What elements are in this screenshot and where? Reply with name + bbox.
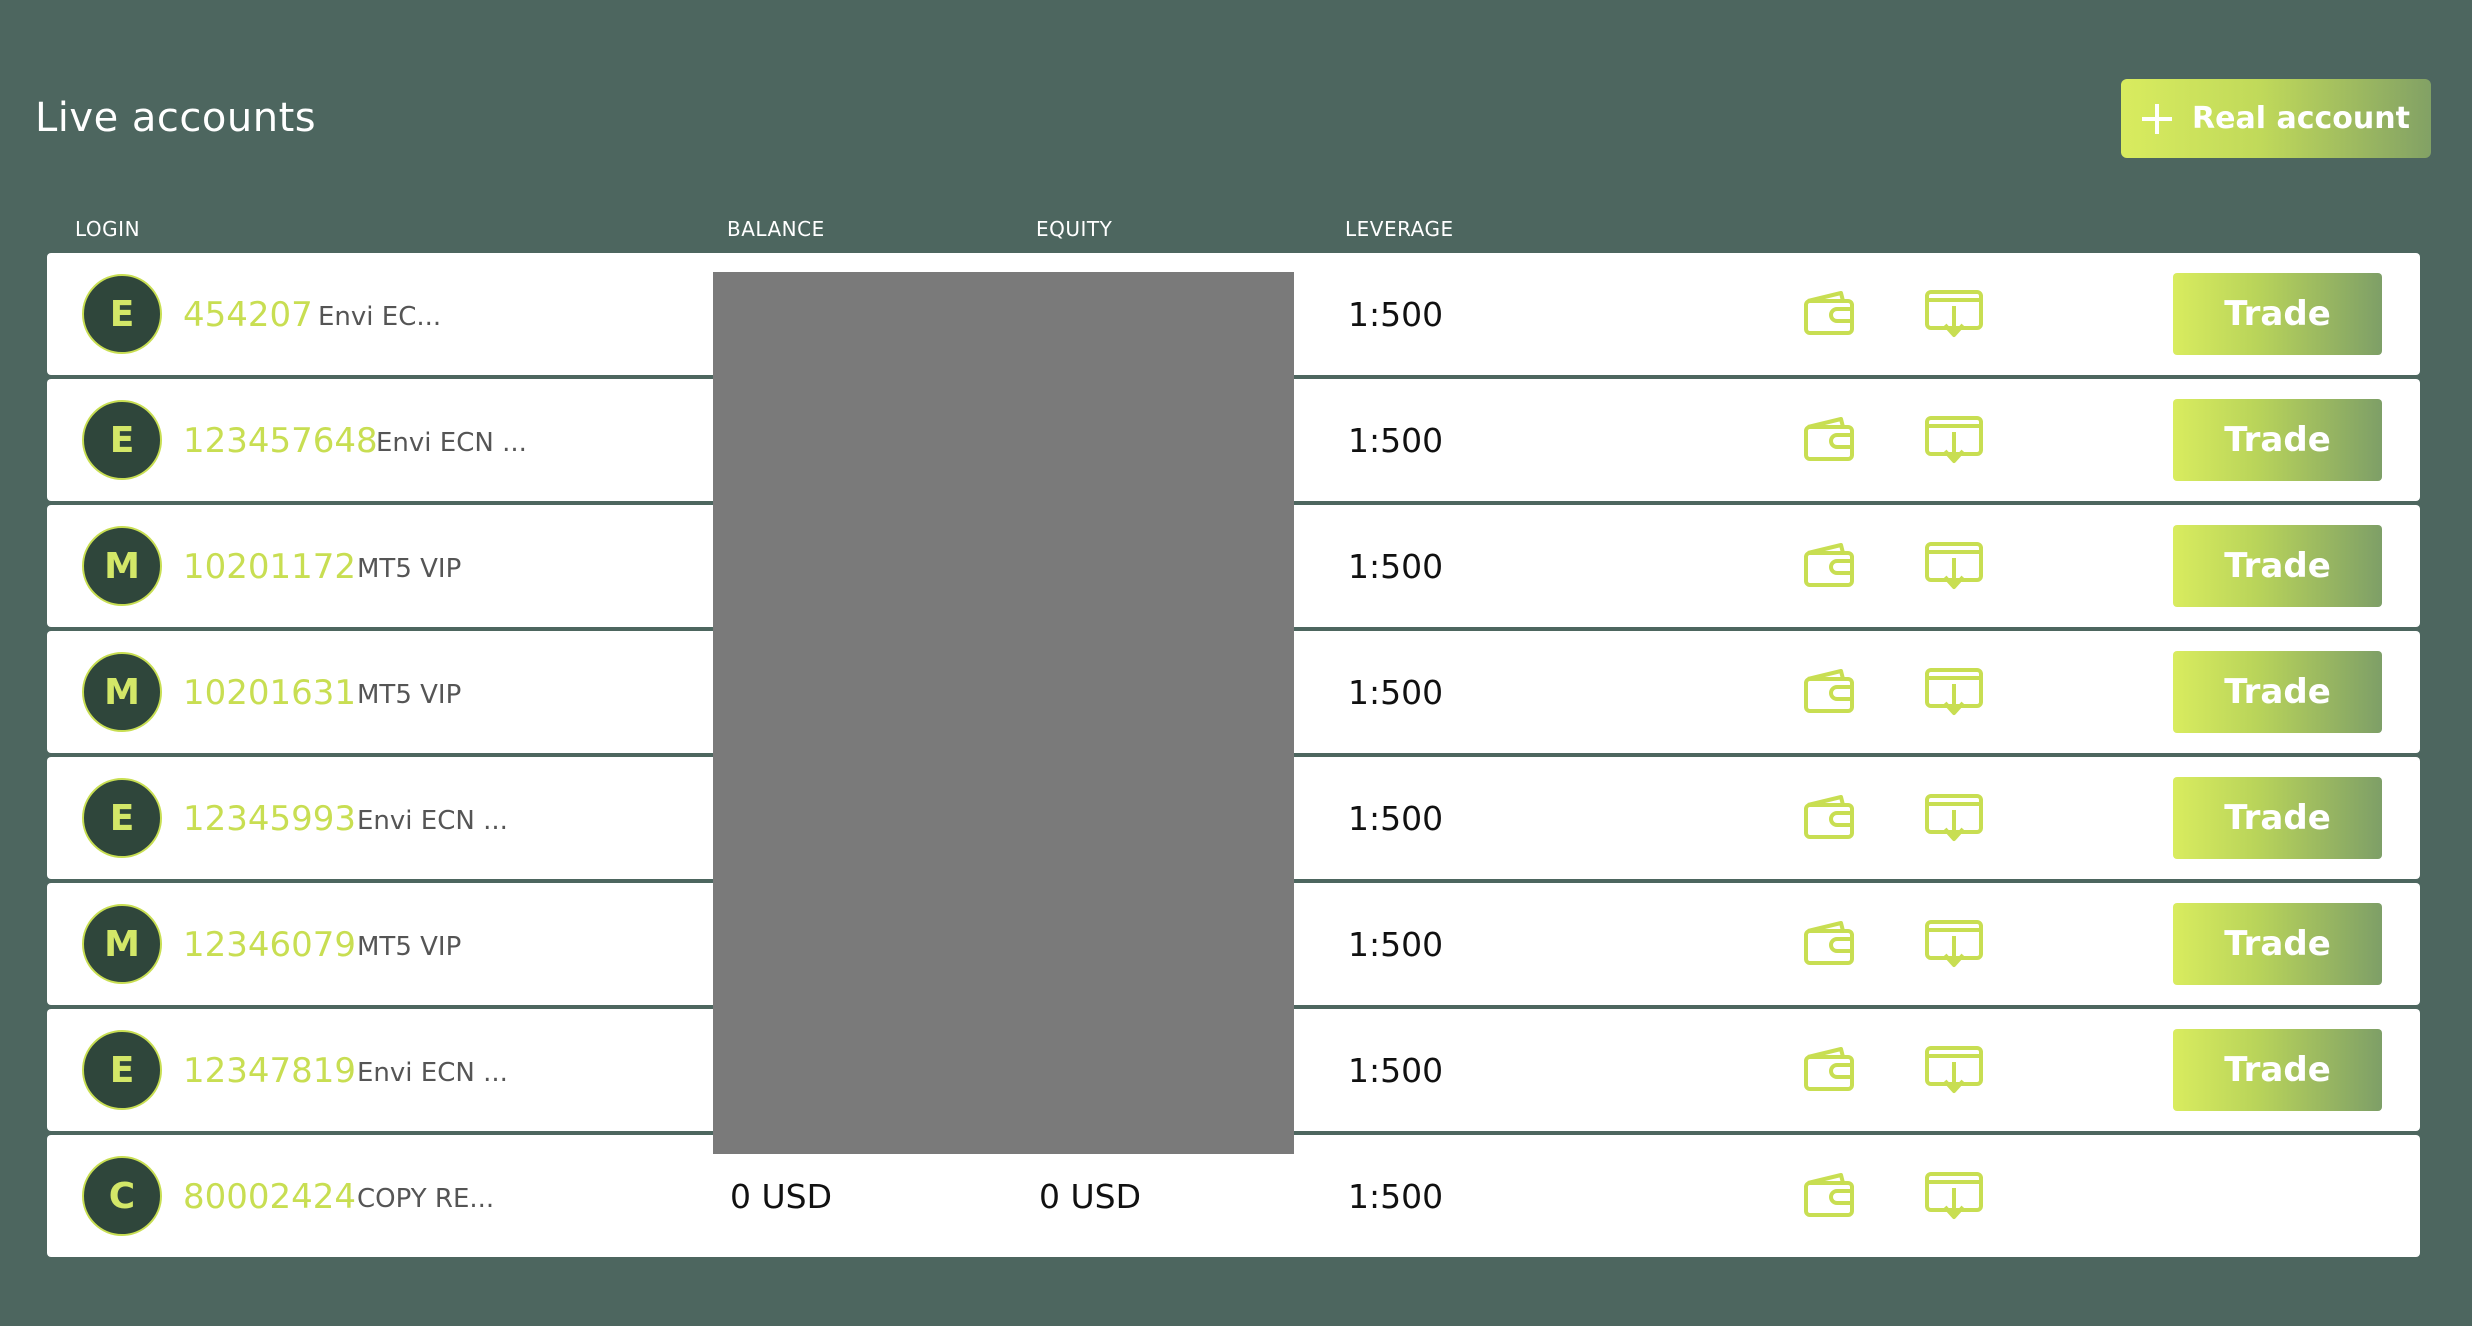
- trade-button[interactable]: Trade: [2173, 651, 2382, 733]
- wallet-icon[interactable]: [1803, 793, 1857, 841]
- add-real-account-label: Real account: [2192, 101, 2410, 136]
- account-equity: 0 USD: [1039, 1177, 1141, 1216]
- account-leverage: 1:500: [1348, 799, 1444, 838]
- account-type: MT5 VIP: [357, 554, 462, 584]
- account-leverage: 1:500: [1348, 1051, 1444, 1090]
- trade-button[interactable]: Trade: [2173, 777, 2382, 859]
- column-header-equity: EQUITY: [1036, 217, 1113, 241]
- account-login[interactable]: 10201631: [183, 673, 356, 713]
- wallet-icon[interactable]: [1803, 667, 1857, 715]
- wallet-icon[interactable]: [1803, 415, 1857, 463]
- account-avatar: M: [82, 904, 162, 984]
- download-icon[interactable]: [1924, 666, 1984, 718]
- account-leverage: 1:500: [1348, 925, 1444, 964]
- download-icon[interactable]: [1924, 918, 1984, 970]
- account-balance: 0 USD: [730, 1177, 832, 1216]
- trade-button[interactable]: Trade: [2173, 903, 2382, 985]
- download-icon[interactable]: [1924, 792, 1984, 844]
- account-type: COPY RE...: [357, 1184, 495, 1214]
- account-login[interactable]: 454207: [183, 295, 313, 335]
- account-leverage: 1:500: [1348, 421, 1444, 460]
- account-leverage: 1:500: [1348, 1177, 1444, 1216]
- column-header-leverage: LEVERAGE: [1345, 217, 1454, 241]
- account-type: Envi ECN ...: [357, 806, 508, 836]
- account-avatar: M: [82, 526, 162, 606]
- add-real-account-button[interactable]: Real account: [2121, 79, 2431, 158]
- account-login[interactable]: 12345993: [183, 799, 356, 839]
- account-avatar: E: [82, 400, 162, 480]
- account-type: Envi ECN ...: [357, 1058, 508, 1088]
- account-avatar: E: [82, 274, 162, 354]
- trade-button[interactable]: Trade: [2173, 273, 2382, 355]
- trade-button[interactable]: Trade: [2173, 399, 2382, 481]
- account-avatar: E: [82, 1030, 162, 1110]
- account-leverage: 1:500: [1348, 673, 1444, 712]
- wallet-icon[interactable]: [1803, 541, 1857, 589]
- account-avatar: M: [82, 652, 162, 732]
- account-login[interactable]: 12346079: [183, 925, 356, 965]
- account-login[interactable]: 12347819: [183, 1051, 356, 1091]
- account-login[interactable]: 123457648: [183, 421, 378, 461]
- account-type: MT5 VIP: [357, 680, 462, 710]
- download-icon[interactable]: [1924, 414, 1984, 466]
- download-icon[interactable]: [1924, 1044, 1984, 1096]
- wallet-icon[interactable]: [1803, 1171, 1857, 1219]
- account-login[interactable]: 80002424: [183, 1177, 356, 1217]
- account-login[interactable]: 10201172: [183, 547, 356, 587]
- account-type: Envi EC...: [318, 302, 442, 332]
- wallet-icon[interactable]: [1803, 289, 1857, 337]
- wallet-icon[interactable]: [1803, 1045, 1857, 1093]
- page-title: Live accounts: [35, 95, 317, 141]
- redacted-balance-equity-area: [713, 272, 1294, 1154]
- trade-button[interactable]: Trade: [2173, 1029, 2382, 1111]
- account-type: Envi ECN ...: [376, 428, 527, 458]
- account-type: MT5 VIP: [357, 932, 462, 962]
- wallet-icon[interactable]: [1803, 919, 1857, 967]
- account-avatar: E: [82, 778, 162, 858]
- plus-icon: [2142, 103, 2173, 134]
- download-icon[interactable]: [1924, 540, 1984, 592]
- account-leverage: 1:500: [1348, 295, 1444, 334]
- column-header-balance: BALANCE: [727, 217, 825, 241]
- trade-button[interactable]: Trade: [2173, 525, 2382, 607]
- download-icon[interactable]: [1924, 288, 1984, 340]
- account-avatar: C: [82, 1156, 162, 1236]
- download-icon[interactable]: [1924, 1170, 1984, 1222]
- account-leverage: 1:500: [1348, 547, 1444, 586]
- column-header-login: LOGIN: [75, 217, 141, 241]
